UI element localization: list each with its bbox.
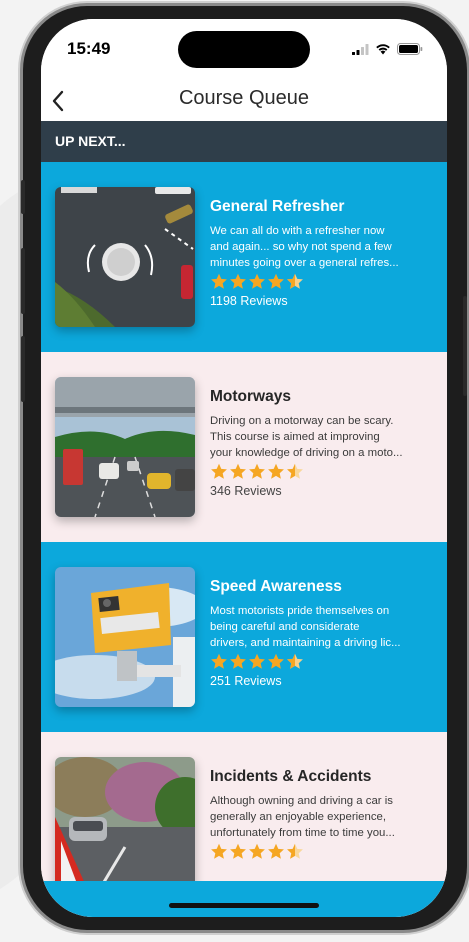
roundabout-aerial-icon (55, 187, 195, 327)
star-icon (249, 273, 265, 289)
description-line: unfortunately from time to time you... (210, 827, 395, 839)
description-line: minutes going over a general refres... (210, 257, 399, 269)
description-line: drivers, and maintaining a driving lic..… (210, 637, 401, 649)
course-card-motorways[interactable]: Motorways Driving on a motorway can be s… (41, 352, 447, 542)
signal-icon (352, 43, 369, 55)
course-description: We can all do with a refresher now and a… (210, 223, 434, 271)
course-info: General Refresher We can all do with a r… (210, 198, 434, 308)
review-count: 346 Reviews (210, 484, 282, 498)
star-icon (268, 463, 284, 479)
course-info: Incidents & Accidents Although owning an… (210, 768, 434, 860)
description-line: Most motorists pride themselves on (210, 605, 390, 617)
course-info: Motorways Driving on a motorway can be s… (210, 388, 434, 498)
description-line: being careful and considerate (210, 621, 360, 633)
volume-down-button (21, 336, 25, 402)
half-star-icon (287, 463, 303, 479)
course-card-speed-awareness[interactable]: Speed Awareness Most motorists pride the… (41, 542, 447, 732)
star-icon (230, 653, 246, 669)
star-icon (249, 843, 265, 859)
star-rating (210, 463, 434, 480)
home-indicator[interactable] (169, 903, 319, 908)
star-icon (268, 653, 284, 669)
star-rating (210, 653, 434, 670)
silent-switch (21, 180, 25, 214)
course-list: General Refresher We can all do with a r… (41, 162, 447, 917)
description-line: We can all do with a refresher now (210, 225, 385, 237)
page-title: Course Queue (178, 87, 310, 109)
course-title: Incidents & Accidents (210, 768, 372, 785)
review-count: 1198 Reviews (210, 294, 288, 308)
course-title: General Refresher (210, 198, 345, 215)
course-title: Motorways (210, 388, 291, 405)
star-icon (268, 273, 284, 289)
review-count: 251 Reviews (210, 674, 282, 688)
star-icon (211, 843, 227, 859)
status-time: 15:49 (67, 39, 111, 58)
star-icon (230, 463, 246, 479)
half-star-icon (287, 653, 303, 669)
course-title: Speed Awareness (210, 578, 342, 595)
star-icon (268, 843, 284, 859)
status-bar: 15:49 (41, 19, 447, 81)
star-rating (210, 843, 434, 860)
navigation-bar: Course Queue (41, 81, 447, 121)
course-description: Driving on a motorway can be scary. This… (210, 413, 434, 461)
half-star-icon (287, 273, 303, 289)
description-line: This course is aimed at improving (210, 431, 380, 443)
star-icon (249, 463, 265, 479)
course-info: Speed Awareness Most motorists pride the… (210, 578, 434, 688)
warning-triangle-icon (55, 757, 195, 897)
course-description: Although owning and driving a car is gen… (210, 793, 434, 841)
star-icon (230, 843, 246, 859)
volume-up-button (21, 248, 25, 314)
description-line: your knowledge of driving on a moto... (210, 447, 403, 459)
star-icon (211, 653, 227, 669)
course-description: Most motorists pride themselves on being… (210, 603, 434, 651)
description-line: generally an enjoyable experience, (210, 811, 387, 823)
star-icon (211, 463, 227, 479)
battery-icon (397, 43, 423, 55)
description-line: Although owning and driving a car is (210, 795, 393, 807)
up-next-header: UP NEXT... (41, 121, 447, 162)
power-button (463, 296, 467, 396)
star-rating (210, 273, 434, 290)
wifi-icon (376, 44, 390, 55)
motorway-traffic-icon (55, 377, 195, 517)
star-icon (249, 653, 265, 669)
status-icons (352, 43, 423, 55)
course-card-general-refresher[interactable]: General Refresher We can all do with a r… (41, 162, 447, 352)
bottom-bar (41, 881, 447, 917)
star-icon (211, 273, 227, 289)
star-icon (230, 273, 246, 289)
dynamic-island (178, 31, 310, 68)
description-line: and again... so why not spend a few (210, 241, 392, 253)
speed-camera-icon (55, 567, 195, 707)
description-line: Driving on a motorway can be scary. (210, 415, 394, 427)
half-star-icon (287, 843, 303, 859)
app-screen: 15:49 Course Queue UP NEXT... General Re… (41, 19, 447, 917)
